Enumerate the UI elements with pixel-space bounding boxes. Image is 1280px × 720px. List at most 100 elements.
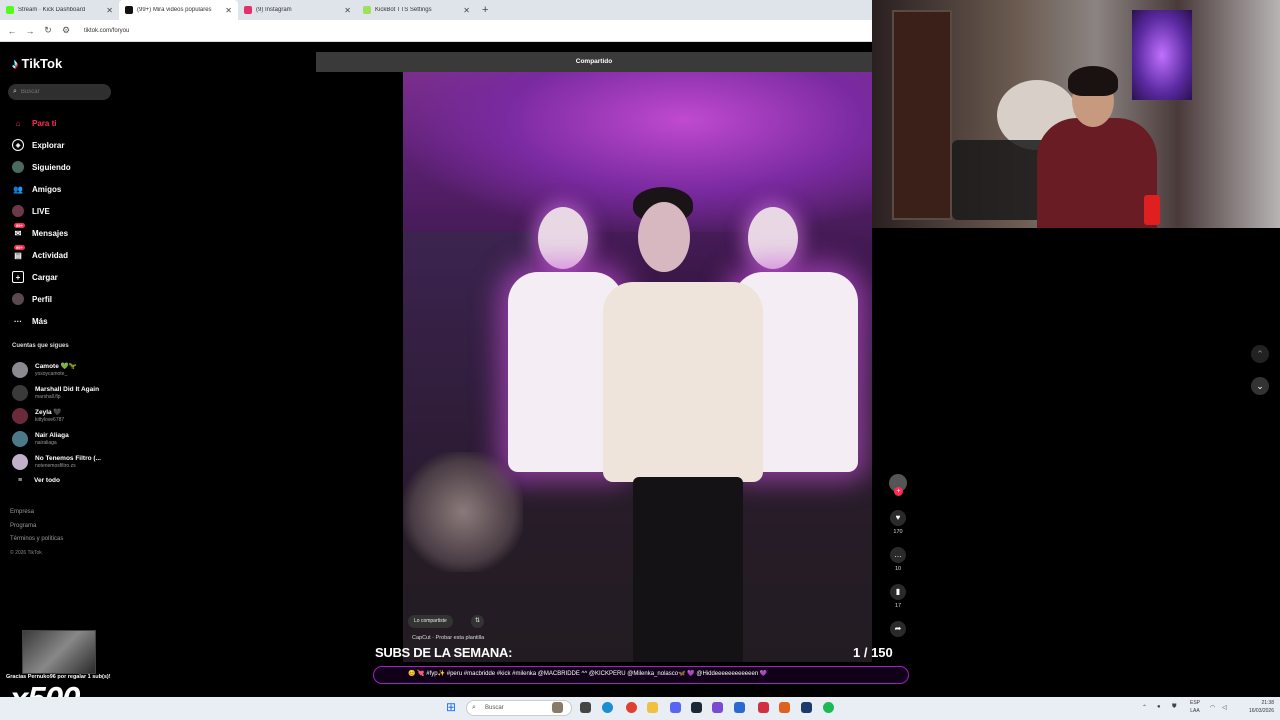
tray-chevron-icon[interactable]: ⌃ bbox=[1142, 704, 1147, 711]
follow-plus-icon[interactable]: + bbox=[894, 487, 903, 496]
address-bar: ← → ↻ ⚙ tiktok.com/foryou bbox=[0, 20, 872, 42]
close-tab-icon[interactable]: ✕ bbox=[463, 6, 470, 15]
nav-profile[interactable]: Perfil bbox=[12, 288, 71, 310]
clock[interactable]: 21:38 16/03/2026 bbox=[1249, 699, 1274, 715]
windows-start-icon[interactable]: ⊞ bbox=[446, 701, 459, 714]
search-box[interactable]: ⌕ bbox=[8, 84, 111, 100]
webcam-pc-glow bbox=[1132, 10, 1192, 100]
chevron-down-icon[interactable]: ⌄ bbox=[1251, 377, 1269, 395]
followed-account[interactable]: Camote 💚🦖 yosoycamote_ bbox=[12, 358, 101, 381]
following-list: Camote 💚🦖 yosoycamote_ Marshall Did It A… bbox=[12, 358, 101, 487]
comment-action[interactable]: … 10 bbox=[884, 547, 912, 572]
widgets-icon[interactable] bbox=[552, 702, 563, 713]
tray-app-icon[interactable]: ● bbox=[1157, 704, 1161, 710]
tab-kick-dashboard[interactable]: Stream · Kick Dashboard ✕ bbox=[0, 0, 119, 20]
app-icon[interactable] bbox=[734, 702, 745, 713]
like-action[interactable]: ♥ 170 bbox=[884, 510, 912, 535]
footer-links: Empresa Programa Términos y políticas © … bbox=[10, 509, 63, 563]
steam-icon[interactable] bbox=[691, 702, 702, 713]
share-action[interactable]: ➦ bbox=[884, 621, 912, 637]
taskbar-search-label: Buscar bbox=[485, 705, 504, 711]
bookmark-icon[interactable]: ▮ bbox=[890, 584, 906, 600]
activity-badge: 99+ bbox=[14, 245, 25, 250]
spotify-icon[interactable] bbox=[823, 702, 834, 713]
chrome-icon[interactable] bbox=[626, 702, 637, 713]
tiktok-logo[interactable]: ♪ TikTok bbox=[12, 56, 62, 71]
nav-upload[interactable]: + Cargar bbox=[12, 266, 71, 288]
followed-account[interactable]: Zeyla 🖤 kittylove6787 bbox=[12, 404, 101, 427]
tray-security-icon[interactable]: ⛊ bbox=[1172, 704, 1177, 711]
app-icon[interactable] bbox=[758, 702, 769, 713]
account-handle: marshall.flp bbox=[35, 393, 61, 400]
see-all-button[interactable]: ≡ Ver todo bbox=[12, 473, 101, 487]
reload-icon[interactable]: ↻ bbox=[42, 25, 54, 36]
save-action[interactable]: ▮ 17 bbox=[884, 584, 912, 609]
nav-following[interactable]: Siguiendo bbox=[12, 156, 71, 178]
nav-live[interactable]: LIVE bbox=[12, 200, 71, 222]
edge-icon[interactable] bbox=[602, 702, 613, 713]
url-field[interactable]: tiktok.com/foryou bbox=[84, 28, 129, 34]
profile-icon bbox=[12, 293, 24, 305]
streamer-hair bbox=[1068, 66, 1118, 96]
nav-for-you[interactable]: ⌂ Para ti bbox=[12, 112, 71, 134]
webcam-door bbox=[892, 10, 952, 220]
tab-title: KickBot TTS Settings bbox=[375, 7, 432, 13]
account-name: Marshall Did It Again bbox=[35, 385, 100, 393]
back-icon[interactable]: ← bbox=[6, 26, 18, 36]
nav-activity[interactable]: ▤ 99+ Actividad bbox=[12, 244, 71, 266]
chevron-up-icon[interactable]: ⌃ bbox=[1251, 345, 1269, 363]
nav-label: Actividad bbox=[32, 250, 69, 260]
task-view-icon[interactable] bbox=[580, 702, 591, 713]
tiktok-note-icon: ♪ bbox=[12, 56, 19, 71]
close-tab-icon[interactable]: ✕ bbox=[225, 6, 232, 15]
app-icon[interactable] bbox=[801, 702, 812, 713]
comment-count: 10 bbox=[894, 566, 902, 572]
footer-link-company[interactable]: Empresa bbox=[10, 509, 63, 523]
repost-icon[interactable]: ⇅ bbox=[471, 615, 484, 628]
volume-icon[interactable]: ◁ bbox=[1222, 704, 1227, 711]
creator-avatar[interactable]: + bbox=[889, 474, 907, 496]
followed-account[interactable]: Nair Aliaga nairaliaga bbox=[12, 427, 101, 450]
language-code: ESP bbox=[1190, 700, 1201, 706]
nav-explore[interactable]: ◈ Explorar bbox=[12, 134, 71, 156]
live-icon bbox=[12, 205, 24, 217]
share-icon[interactable]: ➦ bbox=[890, 621, 906, 637]
nav-label: Para ti bbox=[32, 118, 57, 128]
close-tab-icon[interactable]: ✕ bbox=[106, 6, 113, 15]
capcut-template-link[interactable]: CapCut · Probar esta plantilla bbox=[412, 635, 484, 641]
heart-icon[interactable]: ♥ bbox=[890, 510, 906, 526]
followed-account[interactable]: Marshall Did It Again marshall.flp bbox=[12, 381, 101, 404]
following-heading: Cuentas que sigues bbox=[12, 343, 69, 349]
footer-link-terms[interactable]: Términos y políticas bbox=[10, 536, 63, 550]
nav-label: Explorar bbox=[32, 140, 65, 150]
discord-icon[interactable] bbox=[670, 702, 681, 713]
site-info-icon[interactable]: ⚙ bbox=[60, 25, 72, 36]
shared-banner: Compartido bbox=[316, 52, 872, 72]
close-tab-icon[interactable]: ✕ bbox=[344, 6, 351, 15]
video-player[interactable] bbox=[403, 72, 872, 662]
tab-kickbot[interactable]: KickBot TTS Settings ✕ bbox=[357, 0, 476, 20]
copyright: © 2026 TikTok bbox=[10, 549, 42, 556]
nav-messages[interactable]: ✉ 99+ Mensajes bbox=[12, 222, 71, 244]
tab-instagram[interactable]: (9) Instagram ✕ bbox=[238, 0, 357, 20]
tiktok-favicon-icon bbox=[125, 6, 133, 14]
nav-label: Más bbox=[32, 316, 48, 326]
tiktok-sidebar: ♪ TikTok ⌕ ⌂ Para ti ◈ Explorar Siguiend… bbox=[0, 44, 120, 564]
app-icon[interactable] bbox=[779, 702, 790, 713]
language-indicator[interactable]: ESP LAA bbox=[1190, 699, 1200, 715]
new-tab-button[interactable]: + bbox=[476, 0, 494, 20]
tab-tiktok[interactable]: (99+) Mira videos populares ✕ bbox=[119, 0, 238, 20]
shared-by-you-chip[interactable]: Lo compartiste bbox=[408, 615, 453, 628]
wifi-icon[interactable]: ◠ bbox=[1210, 704, 1215, 711]
nav-more[interactable]: ··· Más bbox=[12, 310, 71, 332]
search-input[interactable] bbox=[20, 89, 101, 95]
forward-icon[interactable]: → bbox=[24, 26, 36, 36]
app-icon[interactable] bbox=[712, 702, 723, 713]
nav-friends[interactable]: 👥 Amigos bbox=[12, 178, 71, 200]
followed-account[interactable]: No Tenemos Filtro (... notenemosfiltro.z… bbox=[12, 450, 101, 473]
footer-link-program[interactable]: Programa bbox=[10, 523, 63, 537]
file-explorer-icon[interactable] bbox=[647, 702, 658, 713]
friends-icon: 👥 bbox=[13, 184, 23, 194]
comment-icon[interactable]: … bbox=[890, 547, 906, 563]
main-nav: ⌂ Para ti ◈ Explorar Siguiendo 👥 Amigos … bbox=[12, 112, 71, 332]
